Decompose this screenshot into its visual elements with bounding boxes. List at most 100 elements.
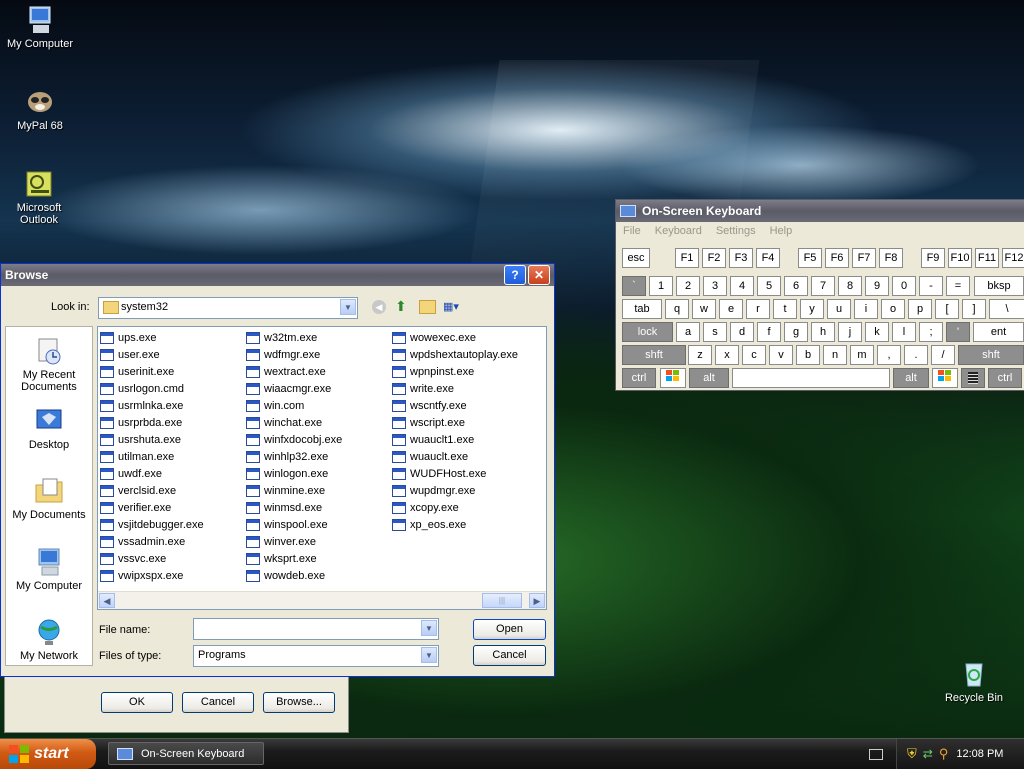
file-item[interactable]: winmsd.exe (246, 499, 342, 516)
file-item[interactable]: wowexec.exe (392, 329, 518, 346)
key-function[interactable]: F2 (702, 248, 726, 268)
desktop-icon-my-computer[interactable]: My Computer (0, 4, 80, 50)
menu-help[interactable]: Help (763, 225, 800, 237)
look-in-dropdown[interactable]: system32 ▼ (98, 297, 358, 319)
key[interactable]: f (757, 322, 781, 342)
key-enter[interactable]: ent (973, 322, 1024, 342)
osk-titlebar[interactable]: On-Screen Keyboard (616, 200, 1024, 222)
key[interactable]: n (823, 345, 847, 365)
key-function[interactable]: F4 (756, 248, 780, 268)
key[interactable]: i (854, 299, 878, 319)
key-ctrl[interactable]: ctrl (988, 368, 1022, 388)
file-item[interactable]: wksprt.exe (246, 550, 342, 567)
file-item[interactable]: winver.exe (246, 533, 342, 550)
file-item[interactable]: write.exe (392, 380, 518, 397)
key[interactable]: a (676, 322, 700, 342)
key-function[interactable]: F8 (879, 248, 903, 268)
file-item[interactable]: WUDFHost.exe (392, 465, 518, 482)
menu-settings[interactable]: Settings (709, 225, 763, 237)
file-item[interactable]: usrshuta.exe (100, 431, 204, 448)
chevron-down-icon[interactable]: ▼ (340, 299, 356, 315)
key[interactable]: t (773, 299, 797, 319)
keyboard-tray-icon[interactable] (869, 749, 883, 760)
key[interactable]: 5 (757, 276, 781, 296)
key-esc[interactable]: esc (622, 248, 650, 268)
key[interactable]: k (865, 322, 889, 342)
scroll-left-icon[interactable]: ◀ (99, 593, 115, 608)
shield-icon[interactable]: ⛨ (907, 746, 917, 762)
key[interactable]: p (908, 299, 932, 319)
place-my-documents[interactable]: My Documents (6, 475, 92, 521)
key[interactable]: q (665, 299, 689, 319)
key[interactable]: 2 (676, 276, 700, 296)
key-tab[interactable]: tab (622, 299, 662, 319)
key[interactable]: o (881, 299, 905, 319)
place-desktop[interactable]: Desktop (6, 405, 92, 451)
back-icon[interactable]: ◀ (372, 300, 386, 314)
place-my-computer[interactable]: My Computer (6, 546, 92, 592)
up-folder-icon[interactable]: ⬆ (395, 298, 411, 314)
key-windows[interactable] (932, 368, 958, 388)
file-item[interactable]: utilman.exe (100, 448, 204, 465)
new-folder-icon[interactable] (419, 300, 436, 314)
key-alt[interactable]: alt (893, 368, 929, 388)
chevron-down-icon[interactable]: ▼ (421, 620, 437, 636)
file-item[interactable]: wpnpinst.exe (392, 363, 518, 380)
key[interactable]: 8 (838, 276, 862, 296)
clock[interactable]: 12:08 PM (956, 748, 1003, 760)
close-icon[interactable]: ✕ (528, 265, 550, 285)
file-item[interactable]: vsjitdebugger.exe (100, 516, 204, 533)
file-item[interactable]: winlogon.exe (246, 465, 342, 482)
file-item[interactable]: verifier.exe (100, 499, 204, 516)
file-item[interactable]: winspool.exe (246, 516, 342, 533)
key[interactable]: c (742, 345, 766, 365)
key[interactable]: j (838, 322, 862, 342)
chevron-down-icon[interactable]: ▼ (421, 647, 437, 663)
key[interactable]: = (946, 276, 970, 296)
view-menu-icon[interactable]: ▦▾ (443, 300, 465, 314)
file-item[interactable]: xp_eos.exe (392, 516, 518, 533)
file-item[interactable]: winhlp32.exe (246, 448, 342, 465)
key[interactable]: ` (622, 276, 646, 296)
file-item[interactable]: wuauclt.exe (392, 448, 518, 465)
key[interactable]: r (746, 299, 770, 319)
scroll-thumb[interactable]: ||| (482, 593, 522, 608)
place-my-network[interactable]: My Network (6, 616, 92, 662)
browse-button[interactable]: Browse... (263, 692, 335, 713)
horizontal-scrollbar[interactable]: ◀ ||| ▶ (98, 591, 546, 609)
desktop-icon-outlook[interactable]: Microsoft Outlook (0, 168, 78, 226)
browse-titlebar[interactable]: Browse ? ✕ (1, 264, 554, 286)
network-icon[interactable]: ⇄ (923, 747, 933, 761)
file-item[interactable]: usrmlnka.exe (100, 397, 204, 414)
key-function[interactable]: F3 (729, 248, 753, 268)
help-icon[interactable]: ? (504, 265, 526, 285)
key[interactable]: / (931, 345, 955, 365)
file-item[interactable]: vssvc.exe (100, 550, 204, 567)
taskbar-item-on-screen-keyboard[interactable]: On-Screen Keyboard (108, 742, 264, 765)
key[interactable]: ' (946, 322, 970, 342)
key[interactable]: l (892, 322, 916, 342)
key[interactable]: 1 (649, 276, 673, 296)
key[interactable]: \ (989, 299, 1024, 319)
start-button[interactable]: start (0, 739, 96, 769)
key[interactable]: ; (919, 322, 943, 342)
file-item[interactable]: xcopy.exe (392, 499, 518, 516)
file-item[interactable]: user.exe (100, 346, 204, 363)
menu-file[interactable]: File (616, 225, 648, 237)
key[interactable]: . (904, 345, 928, 365)
file-item[interactable]: verclsid.exe (100, 482, 204, 499)
file-item[interactable]: uwdf.exe (100, 465, 204, 482)
key-shift[interactable]: shft (622, 345, 686, 365)
key-windows[interactable] (660, 368, 686, 388)
file-item[interactable]: usrlogon.cmd (100, 380, 204, 397)
file-item[interactable]: wuauclt1.exe (392, 431, 518, 448)
file-item[interactable]: win.com (246, 397, 342, 414)
key-function[interactable]: F1 (675, 248, 699, 268)
search-icon[interactable]: ⚲ (939, 746, 949, 762)
key[interactable]: 7 (811, 276, 835, 296)
key[interactable]: h (811, 322, 835, 342)
key-function[interactable]: F9 (921, 248, 945, 268)
ok-button[interactable]: OK (101, 692, 173, 713)
key-shift[interactable]: shft (958, 345, 1024, 365)
scroll-right-icon[interactable]: ▶ (529, 593, 545, 608)
